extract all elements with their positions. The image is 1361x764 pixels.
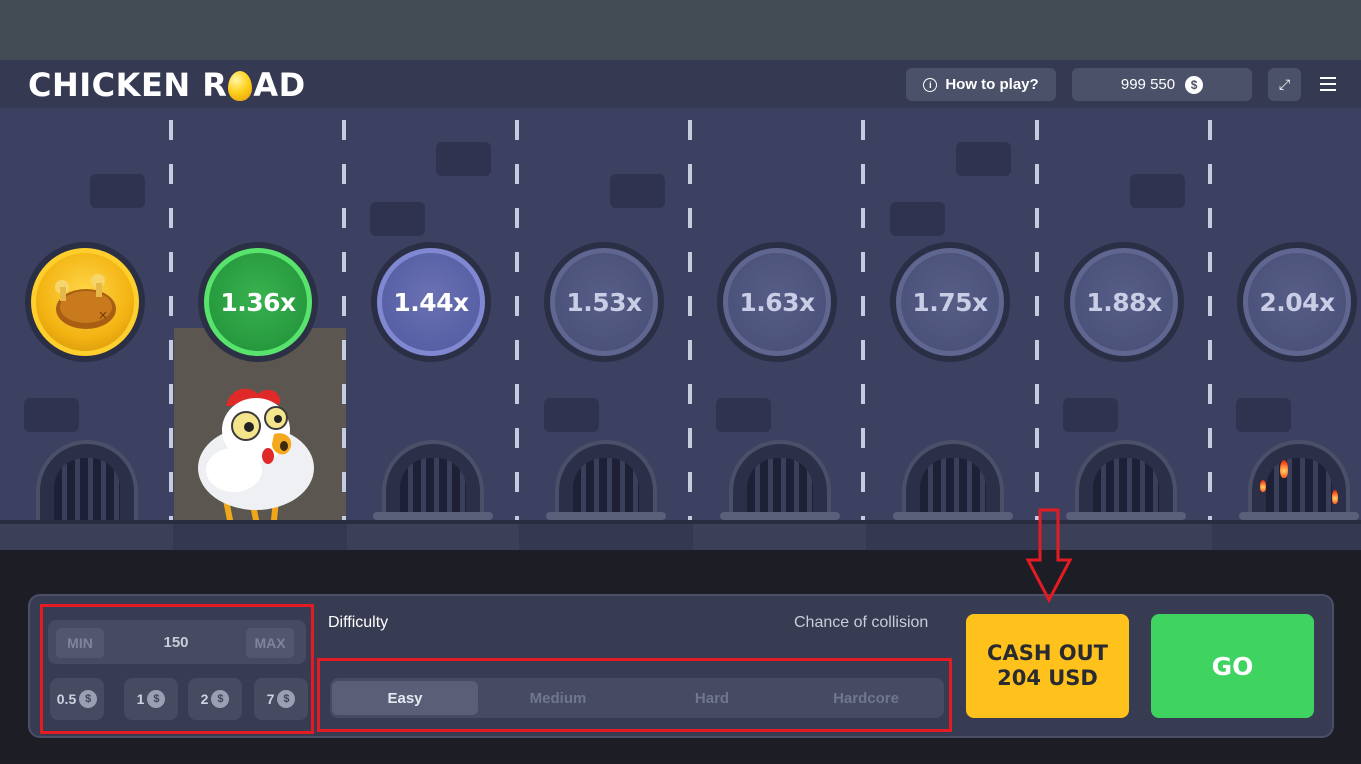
- hamburger-icon-line: [1320, 83, 1336, 85]
- info-icon: i: [923, 77, 938, 92]
- grate-base: [546, 512, 666, 520]
- svg-text:×: ×: [98, 308, 108, 322]
- multiplier-label: 1.36x: [220, 287, 296, 317]
- collected-multiplier-coin: ×: [25, 242, 145, 362]
- dollar-coin-icon: $: [1185, 75, 1204, 94]
- how-to-play-label: How to play?: [945, 76, 1039, 93]
- fullscreen-icon: ⤢: [1278, 76, 1291, 92]
- logo: CHICKEN R AD: [28, 66, 306, 104]
- wall-brick: [1063, 398, 1118, 432]
- lane-divider: [688, 120, 692, 520]
- multiplier-next[interactable]: 1.44x: [371, 242, 491, 362]
- menu-button[interactable]: [1316, 72, 1340, 96]
- multiplier-label: 1.44x: [393, 287, 469, 317]
- wall-brick: [716, 398, 771, 432]
- sewer-grate: [382, 440, 484, 520]
- multiplier-current: 1.36x: [198, 242, 318, 362]
- logo-text-start: CHICKEN R: [28, 66, 228, 104]
- grate-base: [373, 512, 493, 520]
- grate-base: [893, 512, 1013, 520]
- hamburger-icon-line: [1320, 89, 1336, 91]
- wall-brick: [1236, 398, 1291, 432]
- multiplier-upcoming: 1.63x: [717, 242, 837, 362]
- cash-out-label: CASH OUT: [987, 641, 1108, 665]
- sewer-grate: [555, 440, 657, 520]
- game-road: × 1.36x 1.44x 1.53x 1.63x 1.75x 1.88x 2.…: [0, 108, 1361, 520]
- balance-display: 999 550 $: [1072, 68, 1252, 101]
- multiplier-upcoming: 1.53x: [544, 242, 664, 362]
- sewer-grate: [1075, 440, 1177, 520]
- game-app: CHICKEN R AD i How to play? 999 550 $ ⤢: [0, 0, 1361, 764]
- fire-icon: [1280, 460, 1288, 478]
- down-arrow-icon: [1025, 508, 1073, 604]
- hamburger-icon-line: [1320, 77, 1336, 79]
- wall-brick: [956, 142, 1011, 176]
- multiplier-upcoming: 1.75x: [890, 242, 1010, 362]
- lane-divider: [342, 120, 346, 520]
- difficulty-label: Difficulty: [328, 614, 389, 631]
- multiplier-upcoming: 2.04x: [1237, 242, 1357, 362]
- lane-divider: [1208, 120, 1212, 520]
- multiplier-label: 1.88x: [1086, 287, 1162, 317]
- grate-base: [1239, 512, 1359, 520]
- chicken-character-icon: [198, 388, 314, 520]
- sewer-grate: [902, 440, 1004, 520]
- lane-divider: [169, 120, 173, 520]
- go-button[interactable]: GO: [1151, 614, 1314, 718]
- bet-controls-highlight: [40, 604, 314, 734]
- multiplier-label: 1.53x: [566, 287, 642, 317]
- multiplier-upcoming: 1.88x: [1064, 242, 1184, 362]
- wall-brick: [436, 142, 491, 176]
- multiplier-label: 1.63x: [739, 287, 815, 317]
- grate-base: [720, 512, 840, 520]
- logo-text-end: AD: [253, 66, 306, 104]
- roast-chicken-icon: ×: [55, 274, 116, 329]
- fire-icon: [1332, 490, 1338, 504]
- sidewalk: [0, 524, 1361, 550]
- how-to-play-button[interactable]: i How to play?: [906, 68, 1056, 101]
- sewer-grate: [729, 440, 831, 520]
- chance-of-collision-label: Chance of collision: [794, 614, 929, 631]
- grate-base: [1066, 512, 1186, 520]
- wall-brick: [370, 202, 425, 236]
- cash-out-amount: 204 USD: [997, 666, 1098, 690]
- fire-icon: [1260, 480, 1266, 492]
- wall-brick: [610, 174, 665, 208]
- lane-divider: [861, 120, 865, 520]
- fullscreen-button[interactable]: ⤢: [1268, 68, 1301, 101]
- top-bar: CHICKEN R AD i How to play? 999 550 $ ⤢: [0, 60, 1361, 108]
- cash-out-button[interactable]: CASH OUT 204 USD: [966, 614, 1129, 718]
- wall-brick: [90, 174, 145, 208]
- wall-brick: [890, 202, 945, 236]
- wall-brick: [1130, 174, 1185, 208]
- difficulty-highlight: [317, 658, 952, 732]
- balance-value: 999 550: [1120, 76, 1176, 93]
- wall-brick: [544, 398, 599, 432]
- sewer-grate: [36, 440, 138, 520]
- wall-brick: [24, 398, 79, 432]
- lane-divider: [1035, 120, 1039, 520]
- golden-egg-icon: [228, 71, 253, 101]
- lane-divider: [515, 120, 519, 520]
- multiplier-label: 2.04x: [1259, 287, 1335, 317]
- multiplier-label: 1.75x: [912, 287, 988, 317]
